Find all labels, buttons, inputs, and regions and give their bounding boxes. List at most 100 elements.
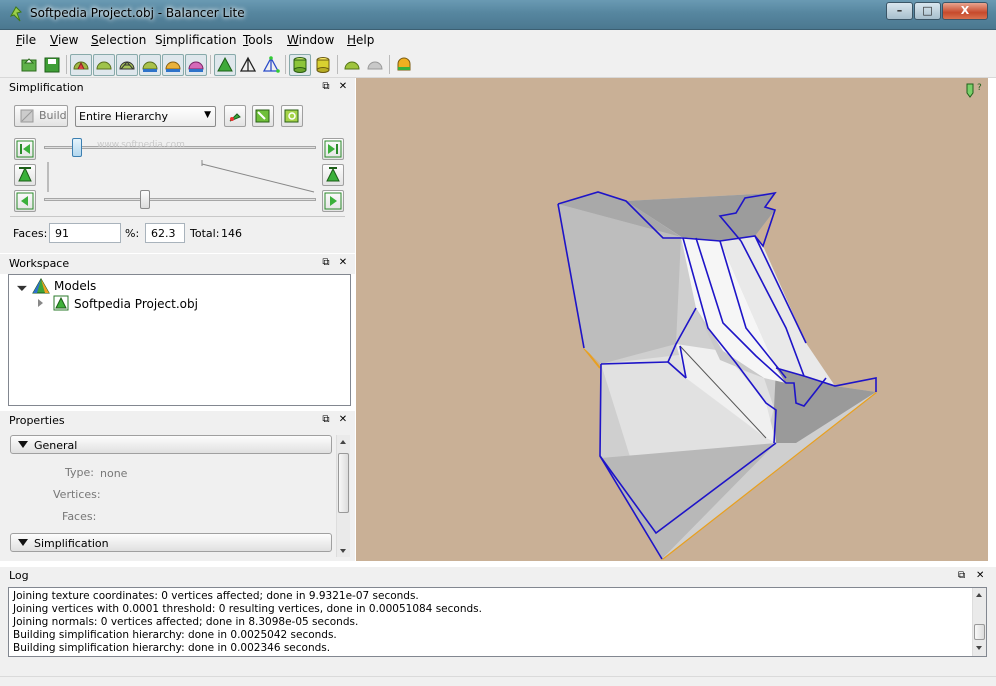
- build-button[interactable]: Build: [14, 105, 68, 127]
- open-icon: [21, 58, 37, 72]
- last-level-button[interactable]: [322, 138, 344, 160]
- first-level-button[interactable]: [14, 138, 36, 160]
- menu-view[interactable]: View: [50, 33, 78, 47]
- vertex-pyramid-button[interactable]: [260, 54, 282, 76]
- toolbar-separator: [210, 55, 211, 74]
- pyramid-icon: [217, 56, 233, 72]
- collapse-icon: [18, 539, 28, 546]
- chevron-down-icon: ▼: [204, 110, 211, 120]
- svg-text:?: ?: [977, 83, 982, 93]
- simplification-section-toggle[interactable]: Simplification: [10, 533, 332, 552]
- render-button[interactable]: [393, 54, 415, 76]
- title-bar[interactable]: Softpedia Project.obj - Balancer Lite – …: [0, 0, 996, 30]
- type-label: Type:: [65, 466, 94, 479]
- maximize-button[interactable]: □: [914, 2, 941, 20]
- shaded-pyramid-button[interactable]: [214, 54, 236, 76]
- properties-scrollbar[interactable]: [336, 435, 350, 557]
- toolbar-separator: [389, 55, 390, 74]
- scroll-down-icon[interactable]: [340, 549, 346, 553]
- tree-item-models[interactable]: Models: [54, 279, 96, 293]
- close-button[interactable]: X: [942, 2, 988, 20]
- view-mode-1-button[interactable]: [70, 54, 92, 76]
- outline-pyramid-button[interactable]: [237, 54, 259, 76]
- cylinder-icon: [293, 57, 307, 73]
- menu-selection[interactable]: Selection: [91, 33, 146, 47]
- hemisphere-icon: [344, 61, 360, 70]
- hemisphere-icon: [165, 61, 181, 72]
- float-icon[interactable]: ⧉: [320, 414, 332, 426]
- faces-input[interactable]: 91: [49, 223, 121, 243]
- menu-help[interactable]: Help: [347, 33, 374, 47]
- faces-label: Faces:: [13, 227, 48, 240]
- error-graph: [47, 160, 315, 193]
- menu-simplification[interactable]: Simplification: [155, 33, 236, 47]
- mesh-render: [557, 191, 877, 560]
- float-icon[interactable]: ⧉: [320, 81, 332, 93]
- toolbar-separator: [285, 55, 286, 74]
- watermark: www.softpedia.com: [97, 140, 185, 150]
- level-slider-thumb[interactable]: [71, 138, 82, 157]
- scrollbar-thumb[interactable]: [974, 624, 985, 640]
- scope-select-value: Entire Hierarchy: [79, 110, 169, 123]
- cylinder-2-button[interactable]: [312, 54, 334, 76]
- menu-bar: File View Selection Simplification Tools…: [0, 30, 996, 51]
- float-icon[interactable]: ⧉: [958, 570, 965, 581]
- close-icon[interactable]: ✕: [337, 81, 349, 93]
- save-button[interactable]: [41, 54, 63, 76]
- open-button[interactable]: [18, 54, 40, 76]
- chevron-down-icon[interactable]: [16, 280, 27, 291]
- properties-panel-title: Properties: [9, 414, 65, 427]
- scroll-down-icon[interactable]: [976, 646, 982, 650]
- hemisphere-icon: [367, 61, 383, 70]
- log-scrollbar[interactable]: [972, 588, 986, 656]
- float-icon[interactable]: ⧉: [320, 257, 332, 269]
- save-icon: [44, 57, 60, 73]
- increase-button[interactable]: [14, 164, 36, 186]
- close-icon[interactable]: ✕: [976, 570, 984, 581]
- 3d-viewport[interactable]: ?: [356, 78, 988, 561]
- detail-slider-thumb[interactable]: [139, 190, 150, 209]
- view-mode-3-button[interactable]: [116, 54, 138, 76]
- main-toolbar: [0, 51, 996, 78]
- log-line: Joining texture coordinates: 0 vertices …: [13, 590, 419, 602]
- maximize-icon: □: [922, 4, 933, 17]
- view-mode-5-button[interactable]: [162, 54, 184, 76]
- close-icon[interactable]: ✕: [337, 414, 349, 426]
- menu-file[interactable]: File: [16, 33, 36, 47]
- scrollbar-thumb[interactable]: [338, 453, 349, 513]
- scroll-up-icon[interactable]: [340, 440, 346, 444]
- view-mode-6-button[interactable]: [185, 54, 207, 76]
- log-output[interactable]: Joining texture coordinates: 0 vertices …: [8, 587, 987, 657]
- menu-tools[interactable]: Tools: [243, 33, 273, 47]
- pyramid-icon: [239, 56, 257, 72]
- cylinder-icon: [316, 57, 330, 73]
- hemisphere-icon: [142, 61, 158, 72]
- select-icon: [255, 109, 270, 123]
- total-value: 146: [221, 227, 242, 240]
- previous-level-button[interactable]: [14, 190, 36, 212]
- dome-disabled-button[interactable]: [364, 54, 386, 76]
- menu-window[interactable]: Window: [287, 33, 334, 47]
- minimize-button[interactable]: –: [886, 2, 913, 20]
- select-tool-button[interactable]: [252, 105, 274, 127]
- decrease-button[interactable]: [322, 164, 344, 186]
- scroll-up-icon[interactable]: [976, 593, 982, 597]
- app-icon: [9, 6, 22, 22]
- tree-item-project-file[interactable]: Softpedia Project.obj: [74, 297, 198, 311]
- vertices-label: Vertices:: [53, 488, 101, 501]
- dome-button[interactable]: [341, 54, 363, 76]
- view-mode-2-button[interactable]: [93, 54, 115, 76]
- chevron-right-icon[interactable]: [38, 299, 43, 307]
- close-icon[interactable]: ✕: [337, 257, 349, 269]
- view-mode-4-button[interactable]: [139, 54, 161, 76]
- next-level-button[interactable]: [322, 190, 344, 212]
- scope-select[interactable]: Entire Hierarchy ▼: [75, 106, 216, 127]
- lasso-tool-button[interactable]: [281, 105, 303, 127]
- pick-tool-button[interactable]: [224, 105, 246, 127]
- step-forward-icon: [324, 192, 342, 210]
- cylinder-button[interactable]: [289, 54, 311, 76]
- percent-input[interactable]: 62.3: [145, 223, 185, 243]
- general-section-toggle[interactable]: General: [10, 435, 332, 454]
- faces-prop-label: Faces:: [62, 510, 97, 523]
- help-cursor-icon[interactable]: ?: [964, 81, 986, 99]
